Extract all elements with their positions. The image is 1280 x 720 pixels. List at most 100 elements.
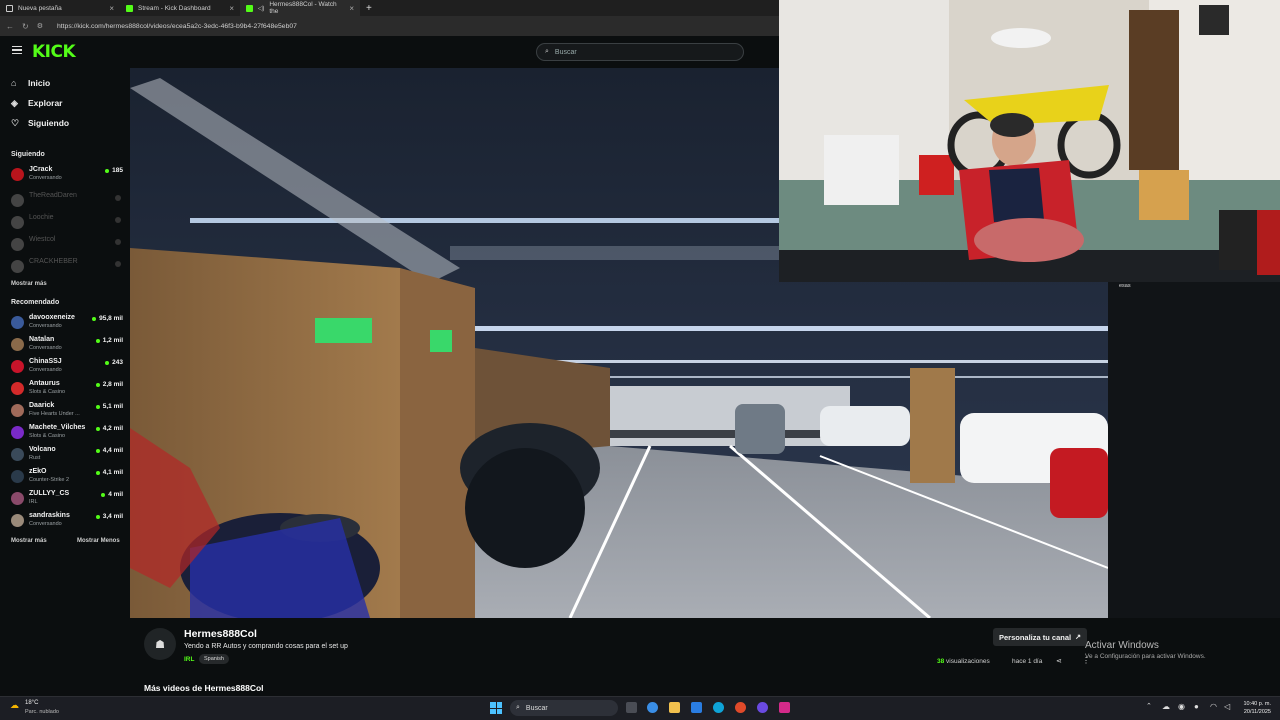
external-link-icon: ↗: [1075, 634, 1081, 641]
viewer-count: 3,4 mil: [95, 513, 123, 520]
nav-siguiendo[interactable]: ♡ Siguiendo: [11, 118, 69, 128]
weather-temp[interactable]: 18°C: [25, 700, 38, 706]
live-dot: [95, 404, 100, 409]
channel-name: sandraskins: [29, 512, 70, 519]
recommended-channel[interactable]: Antaurus Slots & Casino 2,8 mil: [11, 380, 123, 400]
avatar: [11, 316, 24, 329]
show-more-button[interactable]: Mostrar más: [11, 538, 47, 544]
customize-channel-button[interactable]: Personaliza tu canal ↗: [993, 628, 1087, 646]
search-placeholder: Buscar: [554, 48, 577, 56]
clock-time: 10:40 p. m.: [1243, 701, 1271, 707]
following-channel[interactable]: Loochie: [11, 214, 123, 234]
channel-category: Counter-Strike 2: [29, 477, 70, 483]
channel-category: Rust: [29, 455, 41, 461]
category-link[interactable]: IRL: [184, 656, 194, 663]
browser-tab-3[interactable]: ◁) Hermes888Col - Watch the ×: [240, 0, 360, 16]
viewer-count: 243: [105, 359, 123, 366]
close-icon[interactable]: ×: [229, 4, 234, 13]
recommended-channel[interactable]: sandraskins Conversando 3,4 mil: [11, 512, 123, 532]
show-less-button[interactable]: Mostrar Menos: [77, 538, 120, 544]
channel-category: Five Hearts Under ...: [29, 411, 80, 417]
mic-icon[interactable]: ●: [1194, 702, 1199, 711]
back-icon[interactable]: ←: [6, 22, 14, 31]
view-count-label: visualizaciones: [946, 658, 990, 665]
avatar: [11, 492, 24, 505]
edge-icon[interactable]: [713, 702, 724, 713]
avatar: [11, 470, 24, 483]
button-label: Personaliza tu canal: [999, 632, 1072, 642]
site-info-icon[interactable]: ⚙: [37, 22, 43, 30]
viewer-count-value: 5,1 mil: [102, 403, 123, 410]
menu-icon[interactable]: [12, 46, 22, 54]
channel-category: Conversando: [29, 323, 62, 329]
copilot-icon[interactable]: [647, 702, 658, 713]
clock-date: 20/11/2025: [1243, 709, 1271, 715]
channel-name[interactable]: Hermes888Col: [184, 628, 257, 640]
chevron-up-icon[interactable]: ⌃: [1146, 702, 1152, 710]
recommended-channel[interactable]: Machete_Vilches Slots & Casino 4,2 mil: [11, 424, 123, 444]
channel-avatar[interactable]: ☗: [144, 628, 176, 660]
following-title: Siguiendo: [11, 151, 45, 158]
live-dot: [101, 492, 106, 497]
viewer-count-value: 185: [112, 167, 123, 174]
video-title: Yendo a RR Autos y comprando cosas para …: [184, 643, 348, 650]
view-count: 38 visualizaciones: [937, 658, 990, 665]
avatar: [11, 382, 24, 395]
avatar: [11, 426, 24, 439]
close-icon[interactable]: ×: [109, 4, 114, 13]
recommended-channel[interactable]: Natalan Conversando 1,2 mil: [11, 336, 123, 356]
system-clock[interactable]: 10:40 p. m. 20/11/2025: [1237, 700, 1271, 716]
file-explorer-icon[interactable]: [669, 702, 680, 713]
recommended-channel[interactable]: Volcano Rust 4,4 mil: [11, 446, 123, 466]
show-more-following[interactable]: Mostrar más: [11, 281, 47, 287]
following-channel[interactable]: JCrack Conversando 185: [11, 166, 123, 186]
reload-icon[interactable]: ↻: [22, 22, 29, 31]
language-badge[interactable]: Spanish: [199, 654, 229, 664]
recommended-channel[interactable]: zEkO Counter-Strike 2 4,1 mil: [11, 468, 123, 488]
volume-icon[interactable]: ◁: [1224, 702, 1230, 711]
following-channel[interactable]: CRACKHEBER: [11, 258, 123, 278]
instagram-icon[interactable]: [779, 702, 790, 713]
windows-start-icon[interactable]: [490, 702, 502, 714]
side-panel: [1108, 282, 1280, 618]
cloud-icon[interactable]: ☁: [1162, 702, 1170, 711]
viewer-count-value: 2,8 mil: [102, 381, 123, 388]
store-icon[interactable]: [691, 702, 702, 713]
close-icon[interactable]: ×: [349, 4, 354, 13]
search-input[interactable]: ⌕ Buscar: [536, 43, 744, 61]
taskbar: [0, 696, 1280, 720]
live-dot: [95, 338, 100, 343]
recommended-channel[interactable]: Daarick Five Hearts Under ... 5,1 mil: [11, 402, 123, 422]
wifi-icon[interactable]: ◠: [1210, 702, 1217, 711]
url-field[interactable]: https://kick.com/hermes888col/videos/ece…: [57, 23, 297, 30]
browser-tab-1[interactable]: Nueva pestaña ×: [0, 0, 120, 16]
obs-icon[interactable]: [757, 702, 768, 713]
kick-logo[interactable]: KICK: [32, 42, 76, 62]
weather-desc[interactable]: Parc. nublado: [25, 709, 59, 715]
network-icon[interactable]: ◉: [1178, 702, 1185, 711]
chrome-icon[interactable]: [735, 702, 746, 713]
nav-inicio[interactable]: ⌂ Inicio: [11, 78, 50, 88]
following-channel[interactable]: TheReadDaren: [11, 192, 123, 212]
kick-icon: [246, 4, 253, 12]
task-view-icon[interactable]: [626, 702, 637, 713]
weather-icon[interactable]: ☁: [10, 700, 19, 711]
viewer-count-value: 4,4 mil: [102, 447, 123, 454]
live-dot: [105, 360, 110, 365]
taskbar-search[interactable]: ⌕ Buscar: [510, 700, 618, 716]
nav-label: Inicio: [28, 78, 51, 88]
recommended-channel[interactable]: ChinaSSJ Conversando 243: [11, 358, 123, 378]
viewer-count-value: 3,4 mil: [102, 513, 123, 520]
recommended-channel[interactable]: ZULLYY_CS IRL 4 mil: [11, 490, 123, 510]
new-tab-button[interactable]: +: [360, 3, 378, 14]
share-icon[interactable]: ⋖: [1056, 657, 1062, 665]
live-dot: [95, 470, 100, 475]
channel-name: CRACKHEBER: [29, 258, 78, 265]
viewer-count: 4,1 mil: [95, 469, 123, 476]
tab-label: Hermes888Col - Watch the: [269, 1, 337, 15]
browser-tab-2[interactable]: Stream - Kick Dashboard ×: [120, 0, 240, 16]
following-channel[interactable]: Wiestcol: [11, 236, 123, 256]
nav-explorar[interactable]: ◈ Explorar: [11, 98, 63, 108]
viewer-count: 2,8 mil: [95, 381, 123, 388]
recommended-channel[interactable]: davooxeneize Conversando 95,8 mil: [11, 314, 123, 334]
